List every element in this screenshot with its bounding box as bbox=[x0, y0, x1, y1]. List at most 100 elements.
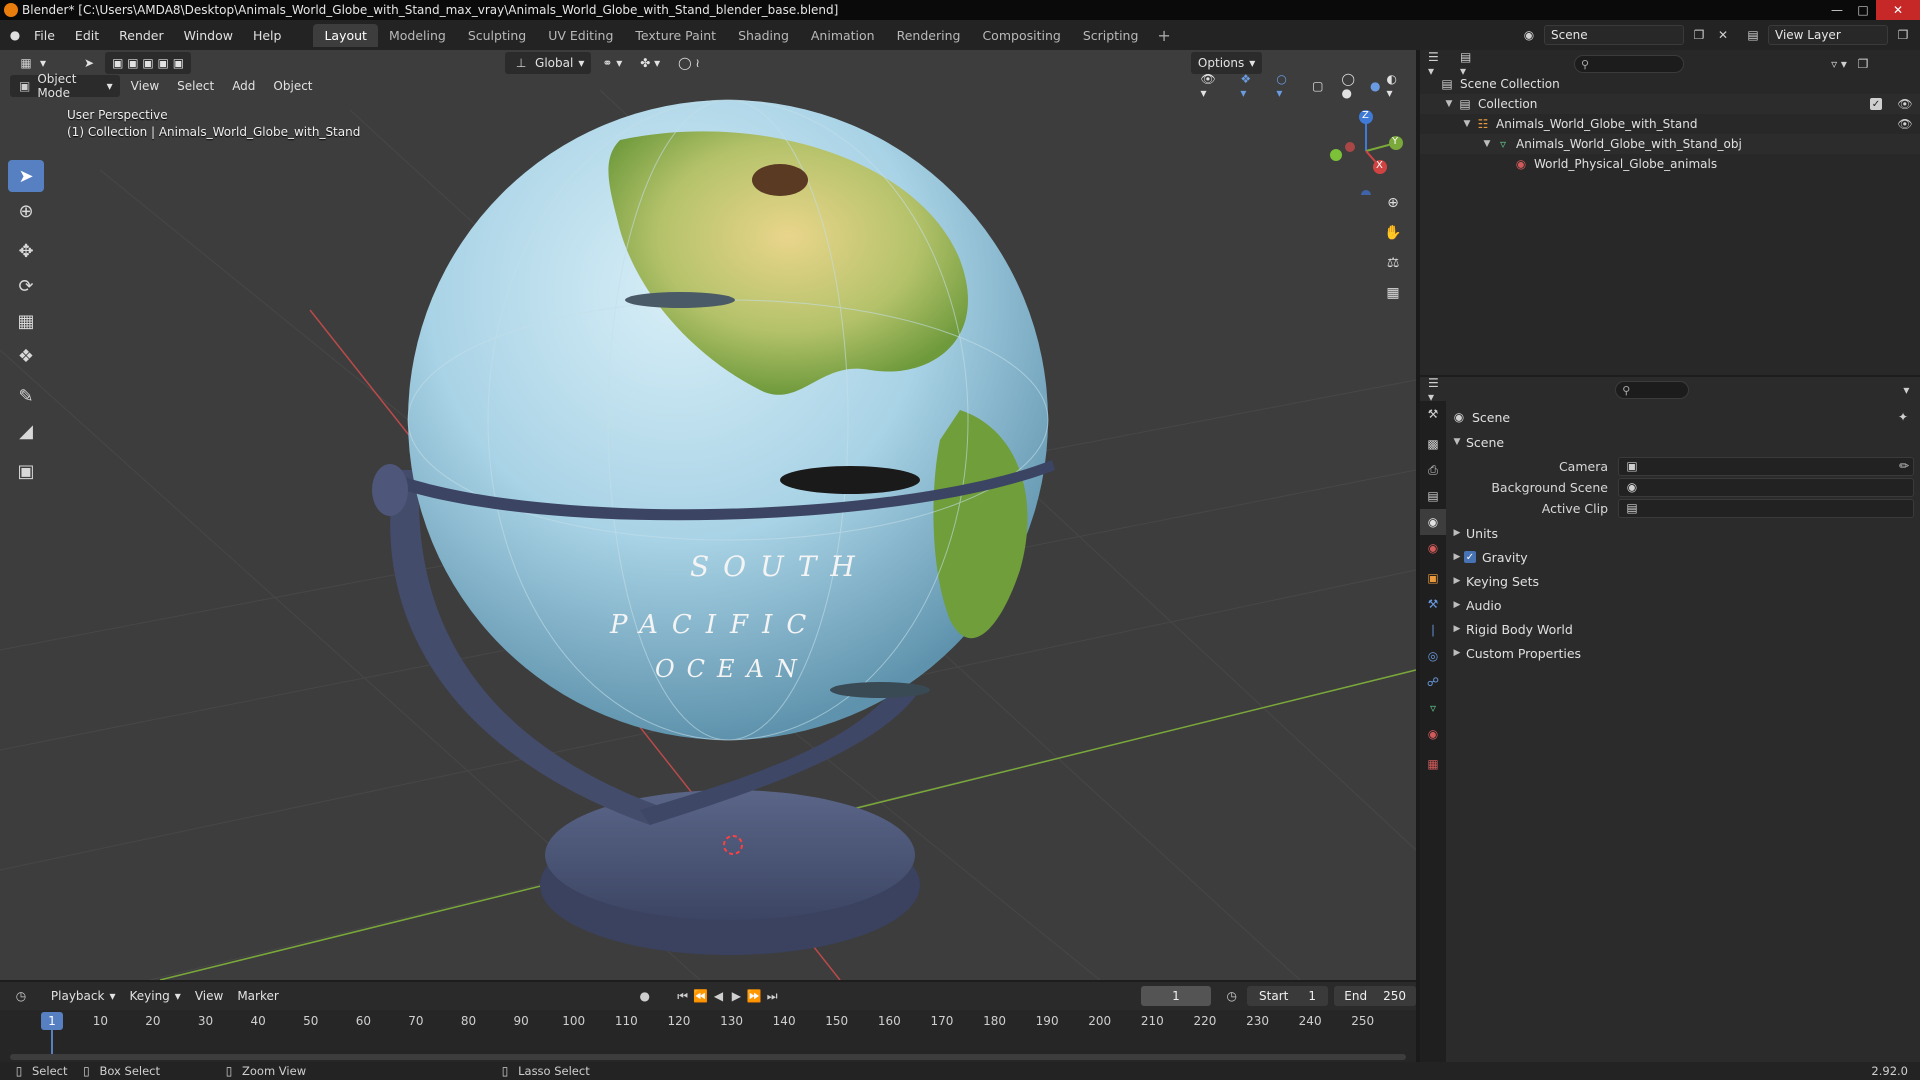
tab-modeling[interactable]: Modeling bbox=[378, 24, 457, 47]
expand-arrow-icon[interactable]: ▼ bbox=[1480, 139, 1494, 149]
tool-tab-icon[interactable]: ⚒ bbox=[1420, 401, 1446, 427]
audio-panel-header[interactable]: ▶ Audio bbox=[1450, 594, 1914, 616]
blender-menu-icon[interactable]: ● bbox=[6, 26, 24, 44]
outliner-row-collection[interactable]: ▼ ▤ Collection ✓ 👁 bbox=[1420, 94, 1920, 114]
tab-compositing[interactable]: Compositing bbox=[971, 24, 1071, 47]
new-collection-icon[interactable]: ❐ bbox=[1854, 55, 1872, 73]
mode-dropdown[interactable]: ▣ Object Mode ▾ bbox=[10, 72, 120, 100]
particles-tab-icon[interactable]: ∣ bbox=[1420, 617, 1446, 643]
view-layer-tab-icon[interactable]: ▤ bbox=[1420, 483, 1446, 509]
pin-icon[interactable]: ✦ bbox=[1894, 408, 1912, 426]
tab-uv-editing[interactable]: UV Editing bbox=[537, 24, 624, 47]
background-scene-field[interactable]: ◉ bbox=[1618, 477, 1914, 497]
minimize-button[interactable]: — bbox=[1824, 0, 1850, 20]
gizmo-toggle-icon[interactable]: ❖ ▾ bbox=[1233, 72, 1265, 100]
add-workspace-button[interactable]: + bbox=[1149, 26, 1178, 45]
add-cube-tool-icon[interactable]: ▣ bbox=[8, 455, 44, 487]
play-icon[interactable]: ▶ bbox=[727, 987, 745, 1005]
next-keyframe-icon[interactable]: ⏩ bbox=[745, 987, 763, 1005]
outliner-row-material[interactable]: ◉ World_Physical_Globe_animals bbox=[1420, 154, 1920, 174]
tab-rendering[interactable]: Rendering bbox=[886, 24, 972, 47]
properties-search-input[interactable]: ⚲ bbox=[1615, 381, 1689, 399]
menu-render[interactable]: Render bbox=[109, 28, 174, 43]
select-mode-buttons[interactable]: ▣ ▣ ▣ ▣ ▣ bbox=[105, 52, 192, 74]
exclude-checkbox[interactable]: ✓ bbox=[1870, 98, 1882, 110]
ortho-toggle-icon[interactable]: ▦ bbox=[1380, 280, 1406, 306]
object-tab-icon[interactable]: ▣ bbox=[1420, 565, 1446, 591]
rigid-body-world-panel-header[interactable]: ▶ Rigid Body World bbox=[1450, 618, 1914, 640]
keying-sets-panel-header[interactable]: ▶ Keying Sets bbox=[1450, 570, 1914, 592]
camera-field[interactable]: ▣ ✏ bbox=[1618, 456, 1914, 476]
timeline-menu-marker[interactable]: Marker bbox=[230, 985, 285, 1007]
units-panel-header[interactable]: ▶ Units bbox=[1450, 522, 1914, 544]
3d-viewport[interactable]: SOUTH PACIFIC OCEAN ▦ ▾ ➤ ▣ ▣ ▣ ▣ ▣ ⊥ Glob… bbox=[0, 50, 1416, 980]
new-scene-icon[interactable]: ❐ bbox=[1690, 26, 1708, 44]
zoom-view-icon[interactable]: ⊕ bbox=[1380, 190, 1406, 216]
outliner-row-scene-collection[interactable]: ▤ Scene Collection bbox=[1420, 74, 1920, 94]
prev-keyframe-icon[interactable]: ⏪ bbox=[692, 987, 710, 1005]
current-frame-marker[interactable]: 1 bbox=[41, 1012, 63, 1030]
properties-options-icon[interactable]: ▾ bbox=[1901, 381, 1912, 399]
filter-icon[interactable]: ▿ ▾ bbox=[1830, 55, 1848, 73]
scene-icon[interactable]: ◉ bbox=[1520, 26, 1538, 44]
visibility-eye-icon[interactable]: 👁 bbox=[1896, 115, 1914, 133]
constraints-tab-icon[interactable]: ☍ bbox=[1420, 669, 1446, 695]
tool-select-icon[interactable]: ➤ bbox=[77, 52, 101, 74]
viewport-menu-view[interactable]: View bbox=[124, 75, 166, 97]
play-reverse-icon[interactable]: ◀ bbox=[710, 987, 728, 1005]
properties-editor-type-icon[interactable]: ☰ ▾ bbox=[1428, 376, 1439, 404]
pan-view-icon[interactable]: ✋ bbox=[1380, 220, 1406, 246]
move-tool-icon[interactable]: ✥ bbox=[8, 235, 44, 267]
timeline-scrollbar[interactable] bbox=[10, 1054, 1406, 1060]
new-view-layer-icon[interactable]: ❐ bbox=[1894, 26, 1912, 44]
eyedropper-icon[interactable]: ✏ bbox=[1895, 457, 1913, 475]
pivot-point-icon[interactable]: ⚭ ▾ bbox=[595, 52, 629, 74]
physics-tab-icon[interactable]: ◎ bbox=[1420, 643, 1446, 669]
expand-arrow-icon[interactable]: ▼ bbox=[1442, 99, 1456, 109]
cursor-tool-icon[interactable]: ⊕ bbox=[8, 195, 44, 227]
menu-window[interactable]: Window bbox=[174, 28, 243, 43]
custom-properties-panel-header[interactable]: ▶ Custom Properties bbox=[1450, 642, 1914, 664]
proportional-editing-icon[interactable]: ◯ ≀ bbox=[671, 52, 707, 74]
view-layer-icon[interactable]: ▤ bbox=[1744, 26, 1762, 44]
expand-arrow-icon[interactable]: ▼ bbox=[1460, 119, 1474, 129]
data-tab-icon[interactable]: ▿ bbox=[1420, 695, 1446, 721]
delete-scene-icon[interactable]: ✕ bbox=[1714, 26, 1732, 44]
display-mode-icon[interactable]: ▤ ▾ bbox=[1460, 50, 1478, 78]
snap-icon[interactable]: ✤ ▾ bbox=[633, 52, 667, 74]
timeline-ruler[interactable]: 1 10 20 30 40 50 60 70 80 90 100 110 120 130 140 150 160… bbox=[0, 1010, 1416, 1062]
scene-panel-header[interactable]: ▼ Scene bbox=[1450, 431, 1914, 453]
tab-sculpting[interactable]: Sculpting bbox=[457, 24, 537, 47]
annotate-tool-icon[interactable]: ✎ bbox=[8, 380, 44, 412]
viewport-menu-select[interactable]: Select bbox=[170, 75, 221, 97]
tab-animation[interactable]: Animation bbox=[800, 24, 886, 47]
jump-end-icon[interactable]: ⏭ bbox=[763, 987, 781, 1005]
menu-file[interactable]: File bbox=[24, 28, 65, 43]
visibility-icon[interactable]: 👁 ▾ bbox=[1194, 72, 1230, 100]
tab-scripting[interactable]: Scripting bbox=[1072, 24, 1150, 47]
camera-view-icon[interactable]: ⚖ bbox=[1380, 250, 1406, 276]
shading-modes[interactable]: ◯ ● ● ◐ ▾ bbox=[1334, 72, 1410, 100]
world-tab-icon[interactable]: ◉ bbox=[1420, 535, 1446, 561]
maximize-button[interactable]: □ bbox=[1850, 0, 1876, 20]
scene-field[interactable]: Scene bbox=[1544, 25, 1684, 45]
timeline-menu-view[interactable]: View bbox=[188, 985, 230, 1007]
current-frame-field[interactable]: 1 bbox=[1141, 986, 1211, 1006]
select-box-tool-icon[interactable]: ➤ bbox=[8, 160, 44, 192]
close-button[interactable]: ✕ bbox=[1876, 0, 1920, 20]
measure-tool-icon[interactable]: ◢ bbox=[8, 415, 44, 447]
start-frame-field[interactable]: Start 1 bbox=[1246, 986, 1329, 1006]
viewport-menu-object[interactable]: Object bbox=[266, 75, 319, 97]
transform-tool-icon[interactable]: ❖ bbox=[8, 340, 44, 372]
outliner-row-mesh-object[interactable]: ▼ ▿ Animals_World_Globe_with_Stand_obj bbox=[1420, 134, 1920, 154]
visibility-eye-icon[interactable]: 👁 bbox=[1896, 95, 1914, 113]
transform-orientation-dropdown[interactable]: ⊥ Global ▾ bbox=[505, 52, 592, 74]
tab-layout[interactable]: Layout bbox=[313, 23, 378, 47]
output-tab-icon[interactable]: ⎙ bbox=[1420, 457, 1446, 483]
texture-tab-icon[interactable]: ▦ bbox=[1420, 751, 1446, 777]
tab-texture-paint[interactable]: Texture Paint bbox=[624, 24, 727, 47]
modifier-tab-icon[interactable]: ⚒ bbox=[1420, 591, 1446, 617]
outliner-search-input[interactable]: ⚲ bbox=[1574, 55, 1684, 73]
xray-toggle-icon[interactable]: ▢ bbox=[1305, 75, 1330, 97]
render-tab-icon[interactable]: ▩ bbox=[1420, 431, 1446, 457]
